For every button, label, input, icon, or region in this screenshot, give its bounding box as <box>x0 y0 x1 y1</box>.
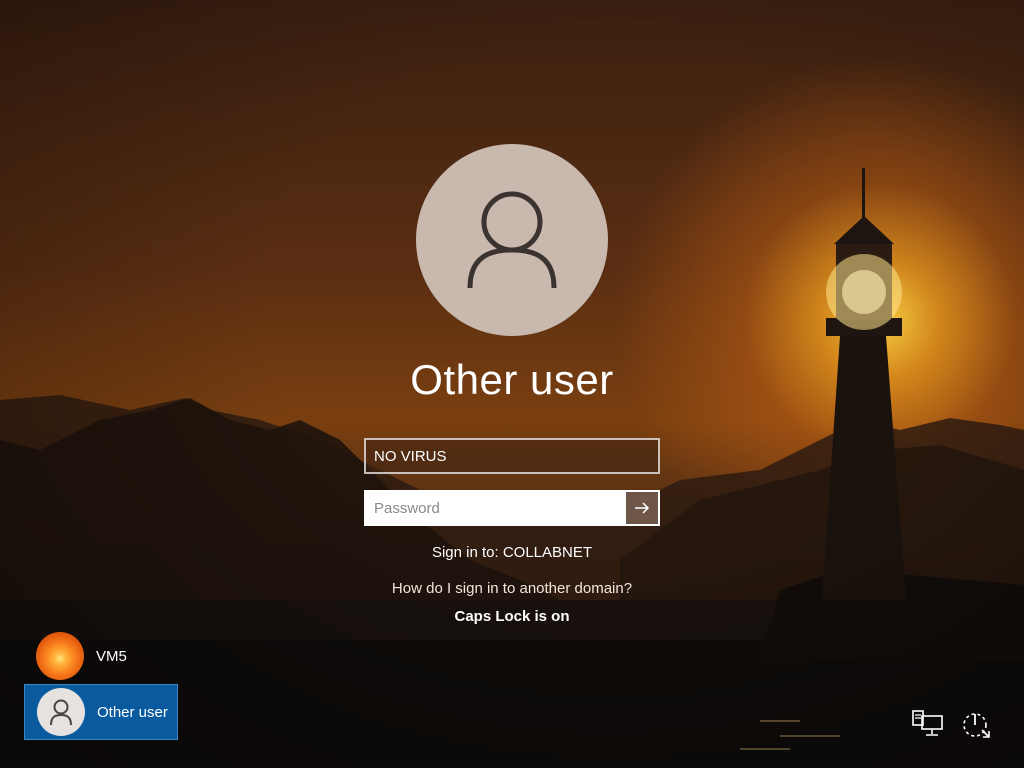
arrow-right-icon <box>635 502 650 514</box>
person-icon <box>467 191 557 289</box>
lock-screen: Other user Sign in to: COLLABNET How do … <box>0 0 1024 768</box>
flower-avatar <box>36 632 84 680</box>
person-icon <box>37 688 85 736</box>
user-tile-label: VM5 <box>96 647 127 665</box>
user-list: VM5 Other user <box>24 628 178 740</box>
domain-help-link[interactable]: How do I sign in to another domain? <box>0 580 1024 597</box>
username-input[interactable] <box>364 438 660 474</box>
sign-in-domain-label: Sign in to: COLLABNET <box>431 544 593 561</box>
user-tile-vm5[interactable]: VM5 <box>24 628 178 684</box>
password-input[interactable] <box>366 492 626 524</box>
power-icon[interactable] <box>960 708 992 740</box>
caps-lock-warning: Caps Lock is on <box>454 608 570 625</box>
submit-button[interactable] <box>626 492 658 524</box>
user-avatar-large <box>416 144 608 336</box>
page-title: Other user <box>410 356 614 403</box>
password-field-group <box>364 490 660 526</box>
user-tile-other-user[interactable]: Other user <box>24 684 178 740</box>
network-icon[interactable] <box>912 708 944 740</box>
user-tile-label: Other user <box>97 703 168 721</box>
